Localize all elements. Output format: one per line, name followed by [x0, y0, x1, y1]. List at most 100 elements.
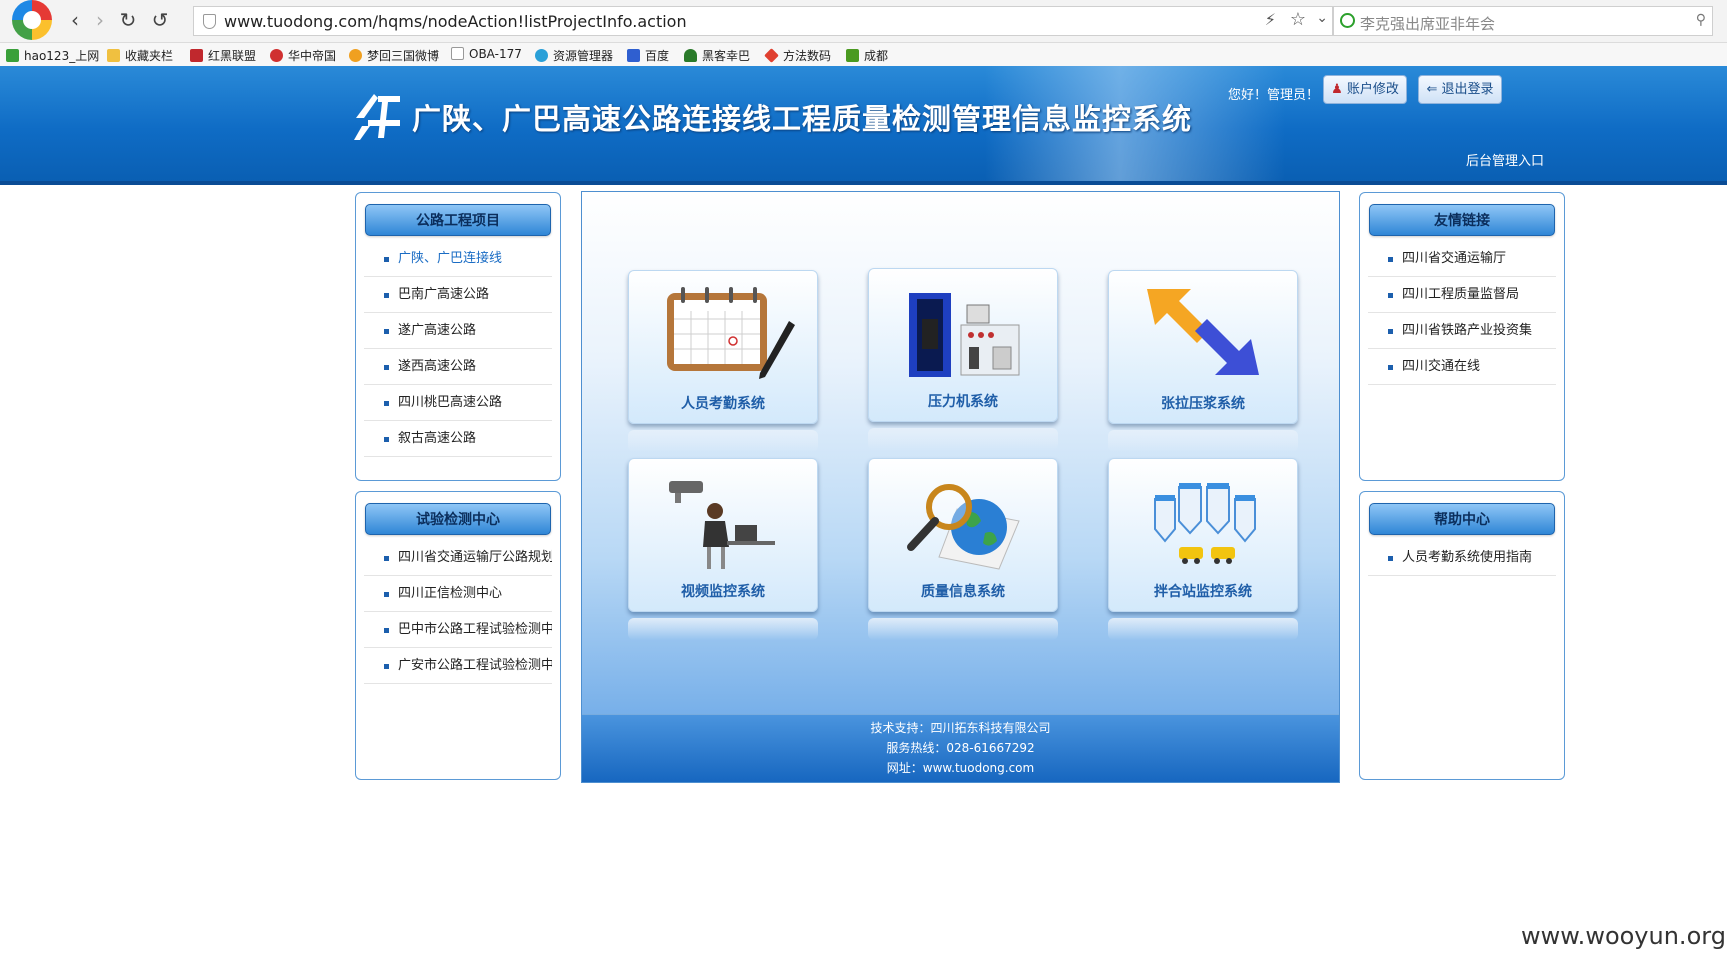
help-center-panel: 帮助中心 人员考勤系统使用指南: [1359, 491, 1565, 780]
chevron-down-icon[interactable]: ⌄: [1316, 10, 1328, 26]
page-icon: [451, 47, 464, 60]
forward-icon[interactable]: ›: [88, 8, 112, 32]
browser-toolbar: ‹ › ↻ ↺ www.tuodong.com/hqms/nodeAction!…: [0, 0, 1727, 43]
admin-entry-link[interactable]: 后台管理入口: [1466, 150, 1544, 169]
hao123-icon: [6, 49, 19, 62]
tile-reflection: [628, 618, 818, 640]
mixing-station-icon: [1154, 483, 1256, 564]
list-item[interactable]: 四川省交通运输厅公路规划: [364, 540, 552, 576]
tile-reflection: [1108, 430, 1298, 452]
account-edit-button[interactable]: ♟ 账户修改: [1323, 75, 1407, 104]
weibo-icon: [270, 49, 283, 62]
video-monitoring-system-tile[interactable]: 视频监控系统: [628, 458, 818, 612]
footer-support: 技术支持：四川拓东科技有限公司: [870, 721, 1051, 735]
list-item[interactable]: 遂西高速公路: [364, 349, 552, 385]
list-item[interactable]: 巴南广高速公路: [364, 277, 552, 313]
star-icon[interactable]: ☆: [1290, 9, 1306, 30]
magnifier-globe-icon: [907, 484, 1020, 570]
page-title: 广陕、广巴高速公路连接线工程质量检测管理信息监控系统: [412, 102, 1193, 136]
list-item[interactable]: 四川省铁路产业投资集: [1368, 313, 1556, 349]
testing-panel-title: 试验检测中心: [365, 503, 551, 535]
tile-reflection: [868, 618, 1058, 640]
bookmark-hao123[interactable]: hao123_上网: [6, 47, 99, 64]
calendar-pen-icon: [667, 287, 795, 379]
tile-label: 压力机系统: [928, 394, 998, 410]
site-header: 广陕、广巴高速公路连接线工程质量检测管理信息监控系统 您好！管理员！ ♟ 账户修…: [0, 66, 1727, 185]
tile-label: 人员考勤系统: [681, 396, 765, 412]
undo-icon[interactable]: ↺: [148, 8, 172, 32]
tile-label: 拌合站监控系统: [1154, 584, 1252, 600]
list-item[interactable]: 四川交通在线: [1368, 349, 1556, 385]
footer-website[interactable]: 网址：www.tuodong.com: [582, 758, 1339, 778]
list-item[interactable]: 广陕、广巴连接线: [364, 241, 552, 277]
tension-grouting-system-tile[interactable]: 张拉压浆系统: [1108, 270, 1298, 424]
bookmark-heike[interactable]: 黑客幸巴: [684, 47, 750, 64]
weibo-orange-icon: [349, 49, 362, 62]
logout-button[interactable]: ⇐ 退出登录: [1418, 75, 1502, 104]
search-engine-icon: [1340, 13, 1355, 28]
diamond-icon: [764, 48, 779, 63]
press-machine-system-tile[interactable]: 压力机系统: [868, 268, 1058, 422]
bookmark-huazhong[interactable]: 华中帝国: [270, 47, 336, 64]
bookmark-baidu[interactable]: 百度: [627, 47, 669, 64]
baidu-paw-icon: [627, 49, 640, 62]
search-input[interactable]: 李克强出席亚非年会 ⚲: [1333, 6, 1713, 36]
bookmark-folder[interactable]: 收藏夹栏: [107, 47, 173, 64]
press-machine-icon: [909, 293, 1020, 377]
tile-reflection: [1108, 618, 1298, 640]
systems-main-area: 人员考勤系统 压力机系统 张拉压浆系统 视频监控系统 质量信息系统 拌合站监控系…: [581, 191, 1340, 783]
tile-reflection: [868, 428, 1058, 450]
search-icon[interactable]: ⚲: [1696, 12, 1706, 28]
bookmark-menghui[interactable]: 梦回三国微博: [349, 47, 439, 64]
search-placeholder[interactable]: 李克强出席亚非年会: [1360, 13, 1495, 34]
bookmark-chengdu[interactable]: 成都: [846, 47, 888, 64]
list-item[interactable]: 遂广高速公路: [364, 313, 552, 349]
tile-label: 质量信息系统: [921, 584, 1005, 600]
browser-logo-icon[interactable]: [12, 0, 52, 40]
bookmark-oba[interactable]: OBA-177: [451, 47, 522, 61]
site-logo-icon: [354, 94, 400, 140]
lightning-icon[interactable]: ⚡: [1265, 10, 1276, 29]
mixing-station-system-tile[interactable]: 拌合站监控系统: [1108, 458, 1298, 612]
tile-reflection: [628, 430, 818, 452]
attendance-system-tile[interactable]: 人员考勤系统: [628, 270, 818, 424]
projects-panel: 公路工程项目 广陕、广巴连接线 巴南广高速公路 遂广高速公路 遂西高速公路 四川…: [355, 192, 561, 481]
projects-list: 广陕、广巴连接线 巴南广高速公路 遂广高速公路 遂西高速公路 四川桃巴高速公路 …: [364, 241, 552, 457]
bookmark-explorer[interactable]: 资源管理器: [535, 47, 613, 64]
folder-icon: [107, 49, 120, 62]
arrows-icon: [1147, 289, 1259, 375]
ju-icon: [846, 49, 859, 62]
reload-icon[interactable]: ↻: [116, 8, 140, 32]
help-list: 人员考勤系统使用指南: [1368, 540, 1556, 576]
list-item[interactable]: 人员考勤系统使用指南: [1368, 540, 1556, 576]
camera-operator-icon: [669, 481, 775, 569]
list-item[interactable]: 广安市公路工程试验检测中: [364, 648, 552, 684]
bookmark-hongheilianmeng[interactable]: 红黑联盟: [190, 47, 256, 64]
arrow-left-icon: ⇐: [1426, 82, 1438, 97]
address-bar[interactable]: www.tuodong.com/hqms/nodeAction!listProj…: [193, 6, 1333, 36]
list-item[interactable]: 四川桃巴高速公路: [364, 385, 552, 421]
quality-info-system-tile[interactable]: 质量信息系统: [868, 458, 1058, 612]
bookmark-fangfa[interactable]: 方法数码: [764, 47, 831, 64]
list-item[interactable]: 四川工程质量监督局: [1368, 277, 1556, 313]
user-icon: ♟: [1331, 82, 1343, 97]
help-panel-title: 帮助中心: [1369, 503, 1555, 535]
list-item[interactable]: 四川省交通运输厅: [1368, 241, 1556, 277]
back-icon[interactable]: ‹: [63, 8, 87, 32]
bookmarks-bar: hao123_上网 收藏夹栏 红黑联盟 华中帝国 梦回三国微博 OBA-177 …: [0, 43, 1727, 66]
list-item[interactable]: 巴中市公路工程试验检测中: [364, 612, 552, 648]
address-text[interactable]: www.tuodong.com/hqms/nodeAction!listProj…: [224, 12, 687, 31]
footer-hotline: 服务热线：028-61667292: [886, 741, 1035, 755]
shield-icon: [203, 14, 216, 29]
tile-label: 张拉压浆系统: [1161, 396, 1245, 412]
watermark: www.wooyun.org: [1521, 922, 1726, 950]
greeting-text: 您好！管理员！: [1228, 88, 1320, 103]
list-item[interactable]: 叙古高速公路: [364, 421, 552, 457]
tile-label: 视频监控系统: [681, 584, 765, 600]
globe-icon: [535, 49, 548, 62]
tree-icon: [684, 49, 697, 62]
testing-center-panel: 试验检测中心 四川省交通运输厅公路规划 四川正信检测中心 巴中市公路工程试验检测…: [355, 491, 561, 780]
links-panel-title: 友情链接: [1369, 204, 1555, 236]
list-item[interactable]: 四川正信检测中心: [364, 576, 552, 612]
friend-links-panel: 友情链接 四川省交通运输厅 四川工程质量监督局 四川省铁路产业投资集 四川交通在…: [1359, 192, 1565, 481]
